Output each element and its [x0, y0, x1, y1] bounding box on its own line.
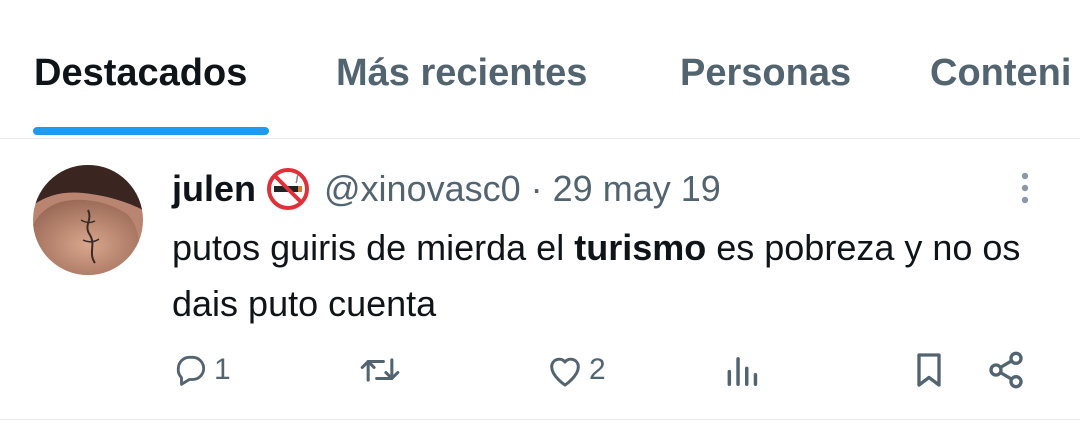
- tweet-text-before: putos guiris de mierda el: [172, 227, 575, 268]
- retweet-icon: [358, 351, 402, 389]
- active-tab-indicator: [33, 127, 269, 135]
- tweet-text: putos guiris de mierda el turismo es pob…: [172, 220, 1052, 332]
- author-handle[interactable]: @xinovasc0: [324, 168, 521, 210]
- reply-button[interactable]: 1: [172, 340, 231, 400]
- author-name[interactable]: julen: [172, 168, 256, 210]
- avatar[interactable]: [33, 165, 143, 275]
- no-smoking-icon: [266, 167, 310, 211]
- reply-count: 1: [214, 353, 231, 386]
- heart-icon: [545, 351, 585, 389]
- like-count: 2: [589, 353, 606, 386]
- tweet-header: julen @xinovasc0 · 29 may 19: [172, 166, 721, 212]
- tab-personas[interactable]: Personas: [680, 52, 851, 95]
- reply-icon: [172, 351, 210, 389]
- more-options-icon[interactable]: [1010, 168, 1040, 208]
- tab-mas-recientes[interactable]: Más recientes: [336, 52, 587, 95]
- tweet-divider: [0, 419, 1080, 420]
- retweet-button[interactable]: [358, 340, 402, 400]
- separator-dot: ·: [530, 168, 543, 209]
- views-icon: [724, 351, 760, 389]
- bookmark-icon: [910, 350, 948, 390]
- like-button[interactable]: 2: [545, 340, 606, 400]
- share-icon: [986, 350, 1026, 390]
- tweet-text-highlight: turismo: [574, 227, 707, 268]
- tab-contenido[interactable]: Conteni: [930, 52, 1071, 95]
- tab-destacados[interactable]: Destacados: [34, 52, 247, 95]
- views-button[interactable]: [724, 340, 760, 400]
- tweet-date[interactable]: 29 may 19: [553, 168, 721, 210]
- bookmark-button[interactable]: [910, 340, 948, 400]
- share-button[interactable]: [986, 340, 1026, 400]
- tweet-actions: 1 2: [0, 340, 1080, 400]
- tab-bar: Destacados Más recientes Personas Conten…: [0, 0, 1080, 139]
